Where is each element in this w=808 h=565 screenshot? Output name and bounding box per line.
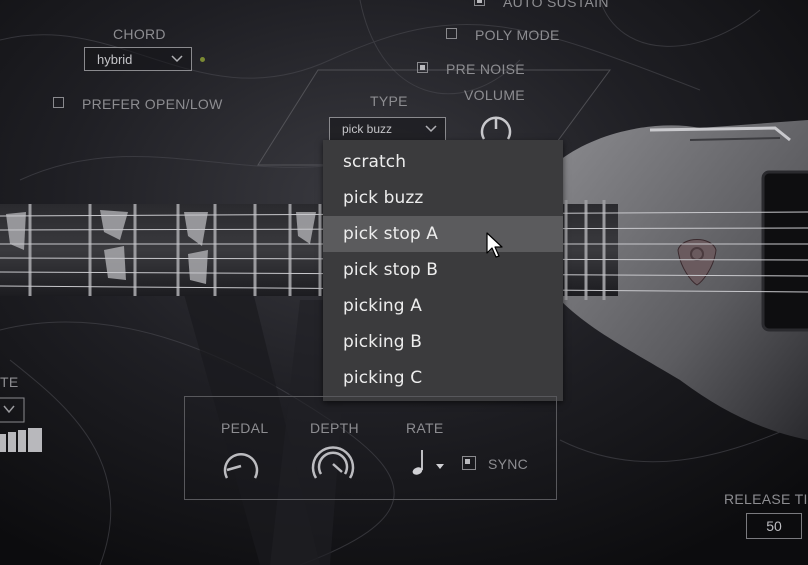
auto-sustain-checkbox[interactable] — [474, 0, 485, 6]
prefer-open-low-label: PREFER OPEN/LOW — [82, 96, 223, 112]
type-label: TYPE — [370, 93, 408, 109]
prefer-open-low-checkbox[interactable] — [53, 97, 64, 108]
quarter-note-icon[interactable] — [408, 448, 448, 478]
chevron-down-icon — [171, 55, 183, 63]
chord-label: CHORD — [113, 26, 166, 42]
poly-mode-label: POLY MODE — [475, 27, 560, 43]
menu-item-scratch[interactable]: scratch — [323, 144, 563, 180]
pre-noise-checkbox[interactable] — [417, 62, 428, 73]
menu-item-pick-stop-b[interactable]: pick stop B — [323, 252, 563, 288]
chevron-down-icon — [425, 125, 437, 133]
chord-indicator-dot — [200, 57, 205, 62]
menu-item-picking-c[interactable]: picking C — [323, 360, 563, 396]
sync-checkbox[interactable] — [462, 456, 476, 470]
rate-label: RATE — [406, 420, 444, 436]
left-panel-label: TE — [0, 374, 19, 390]
pedal-knob[interactable] — [218, 445, 264, 485]
type-select[interactable]: pick buzz — [329, 117, 446, 141]
type-dropdown-menu: scratch pick buzz pick stop A pick stop … — [323, 140, 563, 401]
menu-item-picking-b[interactable]: picking B — [323, 324, 563, 360]
depth-label: DEPTH — [310, 420, 359, 436]
menu-item-picking-a[interactable]: picking A — [323, 288, 563, 324]
sync-label: SYNC — [488, 456, 529, 472]
release-time-label: RELEASE TI — [724, 491, 808, 507]
pre-noise-label: PRE NOISE — [446, 61, 525, 77]
mouse-cursor-icon — [486, 232, 503, 258]
menu-item-pick-buzz[interactable]: pick buzz — [323, 180, 563, 216]
type-value: pick buzz — [342, 122, 393, 136]
volume-knob[interactable] — [478, 113, 514, 143]
menu-item-pick-stop-a[interactable]: pick stop A — [323, 216, 563, 252]
chord-value: hybrid — [97, 51, 133, 67]
depth-knob[interactable] — [308, 440, 358, 486]
pedal-label: PEDAL — [221, 420, 269, 436]
auto-sustain-label: AUTO SUSTAIN — [503, 0, 609, 10]
volume-label: VOLUME — [464, 87, 525, 103]
chord-select[interactable]: hybrid — [84, 47, 192, 71]
release-time-field[interactable]: 50 — [746, 513, 802, 539]
poly-mode-checkbox[interactable] — [446, 28, 457, 39]
